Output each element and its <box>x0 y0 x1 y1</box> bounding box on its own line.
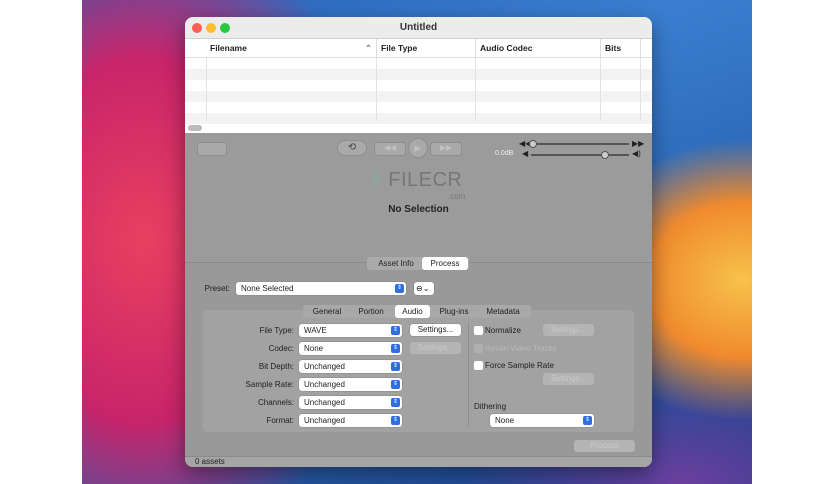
file-type-label: File Type: <box>259 326 294 335</box>
sort-ascending-icon: ⌃ <box>364 43 372 53</box>
app-window: Untitled Filename ⌃ File Type Audio Codec… <box>185 17 652 467</box>
sample-rate-label: Sample Rate: <box>245 380 294 389</box>
fast-icon: ▶▶ <box>632 139 645 148</box>
title-bar: Untitled <box>185 17 652 39</box>
asset-table: Filename ⌃ File Type Audio Codec Bits <box>185 39 652 133</box>
column-header-file-type[interactable]: File Type <box>377 39 476 58</box>
watermark-logo: ≡ FILECR <box>370 169 463 191</box>
file-type-settings-button[interactable]: Settings... <box>410 324 461 336</box>
preset-label: Preset: <box>204 284 230 293</box>
format-label: Format: <box>266 416 294 425</box>
volume-high-icon: ◀) <box>632 149 641 158</box>
volume-slider[interactable] <box>531 151 629 159</box>
table-rows <box>185 58 652 124</box>
tab-plug-ins[interactable]: Plug-ins <box>433 305 475 318</box>
tab-general[interactable]: General <box>307 305 347 318</box>
chevron-updown-icon: ⇕ <box>395 284 404 293</box>
process-button[interactable]: Process <box>574 440 635 452</box>
fast-forward-button[interactable]: ▶▶ <box>430 142 462 156</box>
marker-button[interactable] <box>197 142 227 156</box>
window-title: Untitled <box>399 22 438 33</box>
horizontal-scrollbar[interactable] <box>188 125 202 131</box>
normalize-label: Normalize <box>485 326 522 335</box>
bit-depth-label: Bit Depth: <box>258 362 294 371</box>
codec-label: Codec: <box>268 344 294 353</box>
fast-forward-icon: ▶▶ <box>439 143 453 152</box>
dithering-label: Dithering <box>474 402 507 411</box>
preset-actions-menu[interactable]: ⊖⌄ <box>414 282 434 295</box>
format-select[interactable]: Unchanged ⇕ <box>299 414 402 427</box>
codec-settings-button[interactable]: Settings... <box>410 342 461 354</box>
preset-select[interactable]: None Selected ⇕ <box>236 282 406 295</box>
play-button[interactable]: ▶ <box>408 138 428 158</box>
force-sample-rate-checkbox[interactable] <box>474 361 483 370</box>
volume-low-icon: ◀ <box>522 149 529 158</box>
minus-circle-icon: ⊖⌄ <box>416 284 430 293</box>
channels-select[interactable]: Unchanged ⇕ <box>299 396 402 409</box>
loop-icon: ⟲ <box>347 142 357 153</box>
selection-label: No Selection <box>388 204 449 215</box>
watermark-domain: .com <box>448 192 466 201</box>
channels-label: Channels: <box>257 398 294 407</box>
column-header-bits[interactable]: Bits <box>601 39 641 58</box>
retain-video-label: Retain Video Tracks <box>485 344 557 353</box>
tab-audio[interactable]: Audio <box>395 305 430 318</box>
tab-portion[interactable]: Portion <box>351 305 391 318</box>
rewind-button[interactable]: ◀◀ <box>374 142 406 156</box>
tab-process[interactable]: Process <box>422 257 468 270</box>
column-header-audio-codec[interactable]: Audio Codec <box>476 39 601 58</box>
bit-depth-select[interactable]: Unchanged ⇕ <box>299 360 402 373</box>
column-header-filename[interactable]: Filename ⌃ <box>206 39 377 58</box>
tab-asset-info[interactable]: Asset Info <box>371 257 421 270</box>
tab-metadata[interactable]: Metadata <box>478 305 528 318</box>
normalize-checkbox[interactable] <box>474 326 483 335</box>
force-sample-rate-label: Force Sample Rate <box>485 361 554 370</box>
file-type-select[interactable]: WAVE ⇕ <box>299 324 402 337</box>
rewind-icon: ◀◀ <box>383 143 397 152</box>
rate-slider[interactable] <box>529 140 629 148</box>
panel-tabs: Asset Info Process <box>367 257 469 270</box>
retain-video-checkbox[interactable] <box>474 344 483 353</box>
sample-rate-select[interactable]: Unchanged ⇕ <box>299 378 402 391</box>
loop-button[interactable]: ⟲ <box>337 140 367 156</box>
sample-rate-settings-button[interactable]: Settings... <box>543 373 594 385</box>
dithering-select[interactable]: None ⇕ <box>490 414 594 427</box>
play-icon: ▶ <box>414 143 422 153</box>
status-bar-count: 0 assets <box>195 457 225 466</box>
normalize-settings-button[interactable]: Settings... <box>543 324 594 336</box>
codec-select[interactable]: None ⇕ <box>299 342 402 355</box>
settings-tabs: General Portion Audio Plug-ins Metadata <box>303 305 531 318</box>
volume-db-label: 0.0dB <box>495 150 514 157</box>
